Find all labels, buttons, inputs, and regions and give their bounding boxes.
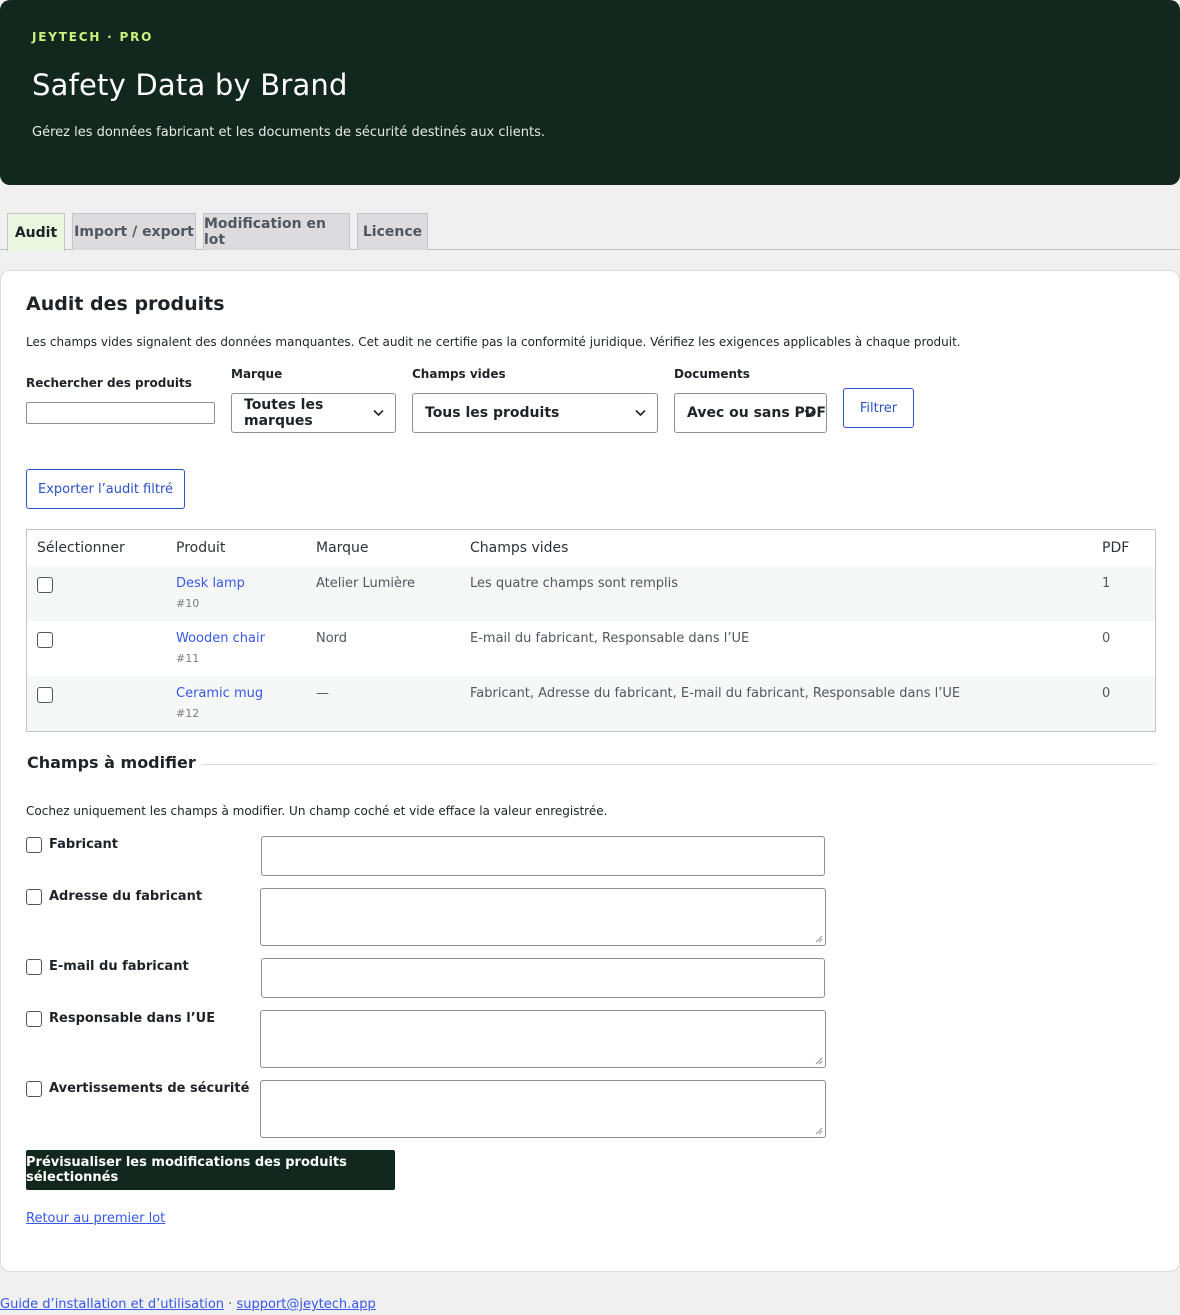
empty-fields-select-value: Tous les produits	[425, 405, 560, 421]
chevron-down-icon	[635, 409, 646, 417]
page-title: Safety Data by Brand	[32, 68, 348, 102]
column-header-empty-fields: Champs vides	[470, 540, 569, 556]
eu-responsible-textarea[interactable]	[260, 1010, 826, 1068]
export-audit-button[interactable]: Exporter l’audit filtré	[26, 469, 185, 509]
product-pdf-count: 1	[1102, 576, 1111, 591]
brand-filter-label: Marque	[231, 367, 283, 381]
field-toggle-checkbox[interactable]	[26, 837, 42, 853]
product-empty-fields: Fabricant, Adresse du fabricant, E-mail …	[470, 686, 961, 701]
manufacturer-email-input[interactable]	[261, 958, 825, 998]
product-id: #10	[176, 597, 200, 610]
field-toggle-checkbox[interactable]	[26, 1081, 42, 1097]
manufacturer-input[interactable]	[261, 836, 825, 876]
empty-fields-select[interactable]: Tous les produits	[412, 393, 658, 433]
chevron-down-icon	[373, 409, 384, 417]
footer-separator: ·	[224, 1297, 237, 1312]
manufacturer-address-textarea[interactable]	[260, 888, 826, 946]
tab-import-export[interactable]: Import / export	[72, 213, 196, 250]
audit-panel: Audit des produits Les champs vides sign…	[0, 270, 1180, 1272]
column-header-select: Sélectionner	[37, 540, 125, 556]
page-subtitle: Gérez les données fabricant et les docum…	[32, 125, 545, 140]
product-link[interactable]: Desk lamp	[176, 576, 245, 591]
table-row: Ceramic mug #12 — Fabricant, Adresse du …	[27, 676, 1155, 731]
field-label-manufacturer-email: E-mail du fabricant	[49, 959, 189, 974]
product-link[interactable]: Wooden chair	[176, 631, 265, 646]
column-header-product: Produit	[176, 540, 226, 556]
product-pdf-count: 0	[1102, 631, 1111, 646]
chevron-down-icon	[804, 409, 815, 417]
product-empty-fields: E-mail du fabricant, Responsable dans l’…	[470, 631, 750, 646]
product-empty-fields: Les quatre champs sont remplis	[470, 576, 678, 591]
product-id: #11	[176, 652, 200, 665]
row-select-checkbox[interactable]	[37, 577, 53, 593]
modify-note: Cochez uniquement les champs à modifier.…	[26, 804, 608, 818]
search-label: Rechercher des produits	[26, 376, 192, 390]
documents-filter-label: Documents	[674, 367, 750, 381]
row-select-checkbox[interactable]	[37, 632, 53, 648]
table-row: Desk lamp #10 Atelier Lumière Les quatre…	[27, 566, 1155, 621]
audit-note: Les champs vides signalent des données m…	[26, 335, 961, 349]
filter-button[interactable]: Filtrer	[843, 388, 914, 428]
app-header: JEYTECH · PRO Safety Data by Brand Gérez…	[0, 0, 1180, 185]
product-brand: —	[316, 686, 329, 701]
support-email-link[interactable]: support@jeytech.app	[236, 1297, 375, 1312]
tab-license[interactable]: Licence	[357, 213, 428, 250]
product-pdf-count: 0	[1102, 686, 1111, 701]
preview-changes-button[interactable]: Prévisualiser les modifications des prod…	[26, 1150, 395, 1190]
product-brand: Nord	[316, 631, 348, 646]
back-to-first-batch-link[interactable]: Retour au premier lot	[26, 1211, 165, 1226]
product-link[interactable]: Ceramic mug	[176, 686, 263, 701]
documents-select[interactable]: Avec ou sans PDF	[674, 393, 827, 433]
resize-grip-icon[interactable]	[815, 1057, 823, 1065]
tab-bulk-edit[interactable]: Modification en lot	[203, 213, 350, 250]
table-row: Wooden chair #11 Nord E-mail du fabrican…	[27, 621, 1155, 676]
field-toggle-checkbox[interactable]	[26, 959, 42, 975]
column-header-brand: Marque	[316, 540, 369, 556]
brand-select[interactable]: Toutes les marques	[231, 393, 396, 433]
field-toggle-checkbox[interactable]	[26, 889, 42, 905]
section-title: Audit des produits	[26, 293, 225, 315]
safety-warnings-textarea[interactable]	[260, 1080, 826, 1138]
brand-eyebrow: JEYTECH · PRO	[32, 30, 154, 44]
guide-link[interactable]: Guide d’installation et d’utilisation	[0, 1297, 224, 1312]
tab-audit[interactable]: Audit	[7, 213, 65, 251]
product-id: #12	[176, 707, 200, 720]
column-header-pdf: PDF	[1102, 540, 1130, 556]
audit-table: Sélectionner Produit Marque Champs vides…	[26, 529, 1156, 732]
row-select-checkbox[interactable]	[37, 687, 53, 703]
field-label-eu-responsible: Responsable dans l’UE	[49, 1011, 216, 1026]
footer: Guide d’installation et d’utilisation · …	[0, 1297, 376, 1312]
field-label-manufacturer-address: Adresse du fabricant	[49, 889, 203, 904]
fieldset-legend: Champs à modifier	[27, 753, 202, 772]
field-label-manufacturer: Fabricant	[49, 837, 119, 852]
product-brand: Atelier Lumière	[316, 576, 416, 591]
search-input[interactable]	[26, 402, 215, 424]
resize-grip-icon[interactable]	[815, 1127, 823, 1135]
field-label-safety-warnings: Avertissements de sécurité	[49, 1081, 250, 1096]
empty-fields-filter-label: Champs vides	[412, 367, 506, 381]
tab-bar: Audit Import / export Modification en lo…	[0, 213, 1180, 251]
resize-grip-icon[interactable]	[815, 935, 823, 943]
field-toggle-checkbox[interactable]	[26, 1011, 42, 1027]
